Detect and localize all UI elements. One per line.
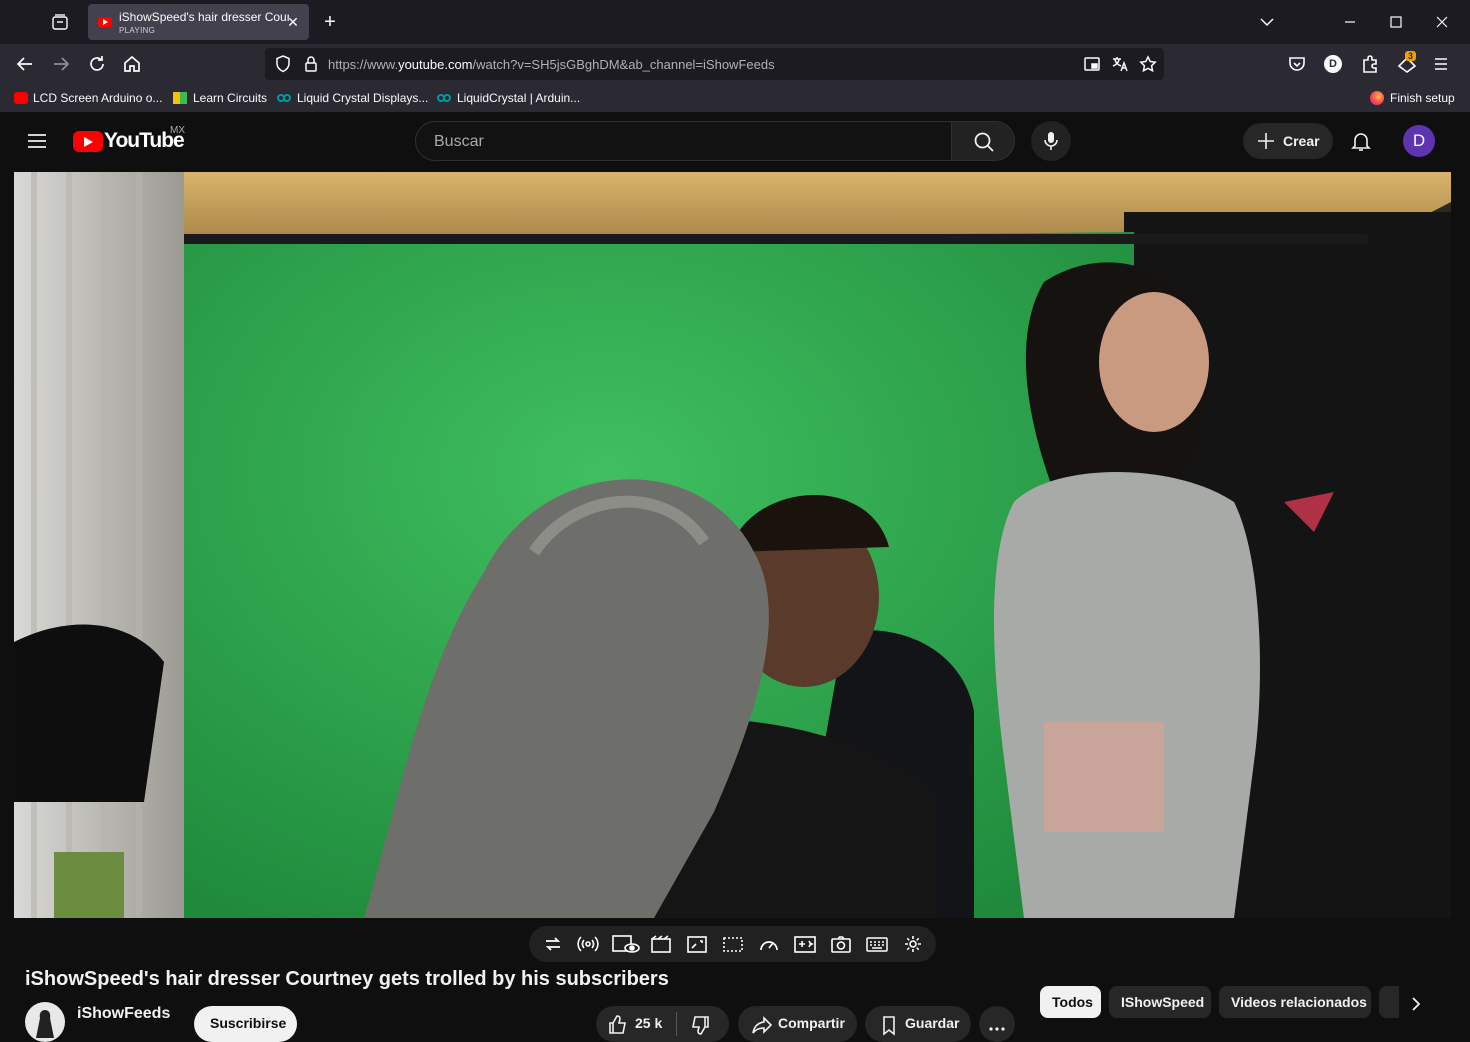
broadcast-audio-icon[interactable]: [576, 933, 600, 955]
chip-videos-relacionados[interactable]: Videos relacionados: [1219, 986, 1371, 1018]
picture-in-picture-icon[interactable]: [1082, 54, 1102, 74]
plus-icon: [1258, 133, 1274, 149]
video-player[interactable]: [14, 172, 1451, 918]
close-window-icon[interactable]: [1430, 10, 1454, 34]
save-button[interactable]: Guardar: [865, 1006, 971, 1042]
search-button[interactable]: [951, 121, 1015, 161]
bookmark-star-icon[interactable]: [1138, 54, 1158, 74]
finish-setup-link[interactable]: Finish setup: [1390, 91, 1455, 105]
filter-icon[interactable]: [793, 933, 817, 955]
share-arrow-icon: [752, 1016, 773, 1034]
notifications-bell-icon[interactable]: [1349, 129, 1373, 153]
subscribe-button-label: Suscribirse: [210, 1015, 287, 1031]
loop-icon[interactable]: [541, 933, 565, 955]
chip-next-chevron-icon[interactable]: [1400, 988, 1432, 1020]
forward-arrow-icon[interactable]: [49, 52, 73, 76]
youtube-favicon-icon: [14, 92, 28, 104]
more-actions-button[interactable]: [979, 1006, 1015, 1042]
like-divider: [676, 1012, 677, 1036]
user-avatar[interactable]: D: [1403, 125, 1435, 157]
screenshot-camera-icon[interactable]: [829, 933, 853, 955]
maximize-icon[interactable]: [1384, 10, 1408, 34]
learn-circuits-favicon-icon: [173, 92, 187, 104]
list-all-tabs-chevron-icon[interactable]: [1255, 10, 1279, 34]
account-avatar[interactable]: D: [1324, 55, 1342, 73]
voice-search-button[interactable]: [1031, 121, 1071, 161]
tab-status: PLAYING: [119, 26, 156, 35]
back-arrow-icon[interactable]: [13, 52, 37, 76]
video-enhancer-toolbar: [529, 926, 936, 962]
bookmark-lcd-screen[interactable]: LCD Screen Arduino o...: [33, 91, 162, 105]
more-horizontal-icon: [989, 1027, 1005, 1031]
translate-icon[interactable]: [1110, 54, 1130, 74]
url-text[interactable]: https://www.youtube.com/watch?v=SH5jsGBg…: [328, 57, 775, 72]
search-icon: [974, 132, 994, 152]
bookmark-learn-circuits[interactable]: Learn Circuits: [193, 91, 267, 105]
search-input[interactable]: [432, 131, 932, 153]
arduino-favicon-icon: [277, 94, 291, 102]
reload-icon[interactable]: [85, 52, 109, 76]
country-code: MX: [170, 125, 185, 136]
microphone-icon: [1044, 132, 1058, 150]
browser-nav-bar: https://www.youtube.com/watch?v=SH5jsGBg…: [0, 44, 1470, 84]
url-bar[interactable]: https://www.youtube.com/watch?v=SH5jsGBg…: [265, 48, 1164, 80]
chip-ishowspeed[interactable]: IShowSpeed: [1109, 986, 1211, 1018]
tab-title: iShowSpeed's hair dresser Courtney gets …: [119, 10, 289, 24]
lock-icon[interactable]: [301, 54, 321, 74]
search-box: [415, 121, 952, 161]
video-frame: [14, 172, 1451, 918]
channel-avatar[interactable]: [25, 1002, 65, 1042]
firefox-icon: [1370, 91, 1384, 105]
bookmarks-toolbar: LCD Screen Arduino o... Learn Circuits L…: [0, 84, 1470, 112]
guide-menu-icon[interactable]: [25, 129, 49, 153]
subscribe-button[interactable]: Suscribirse: [194, 1006, 297, 1042]
youtube-play-logo-icon: [73, 131, 103, 152]
extension-button[interactable]: 3: [1395, 51, 1419, 76]
share-button[interactable]: Compartir: [738, 1006, 857, 1042]
create-button-label: Crear: [1283, 133, 1320, 149]
home-icon[interactable]: [120, 52, 144, 76]
tab-list-icon[interactable]: [50, 12, 70, 32]
bookmark-liquidcrystal-arduino[interactable]: LiquidCrystal | Arduin...: [457, 91, 580, 105]
channel-name[interactable]: iShowFeeds: [77, 1005, 170, 1023]
cinema-mode-icon[interactable]: [649, 933, 673, 955]
save-bookmark-icon: [883, 1016, 895, 1036]
video-title: iShowSpeed's hair dresser Courtney gets …: [25, 968, 669, 990]
like-count[interactable]: 25 k: [635, 1015, 662, 1031]
browser-tab-bar: iShowSpeed's hair dresser Courtney gets …: [0, 0, 1470, 44]
tab-close-icon[interactable]: ✕: [284, 13, 302, 31]
keyboard-shortcuts-icon[interactable]: [865, 933, 889, 955]
focus-view-icon[interactable]: [611, 933, 641, 955]
bookmark-liquid-crystal-displays[interactable]: Liquid Crystal Displays...: [297, 91, 428, 105]
dislike-thumb-icon[interactable]: [688, 1013, 712, 1037]
chip-todos[interactable]: Todos: [1040, 986, 1101, 1018]
save-button-label: Guardar: [905, 1015, 960, 1031]
new-tab-icon[interactable]: +: [318, 10, 342, 34]
youtube-favicon-icon: [98, 17, 112, 27]
arduino-favicon-icon: [437, 94, 451, 102]
minimize-icon[interactable]: [1338, 10, 1362, 34]
tracking-shield-icon[interactable]: [273, 54, 293, 74]
share-button-label: Compartir: [778, 1015, 845, 1031]
settings-gear-icon[interactable]: [901, 933, 925, 955]
app-menu-icon[interactable]: [1429, 52, 1453, 76]
create-button[interactable]: Crear: [1243, 123, 1333, 159]
theater-mode-icon[interactable]: [721, 933, 745, 955]
like-dislike-group: 25 k: [596, 1006, 729, 1042]
expand-player-icon[interactable]: [685, 933, 709, 955]
youtube-masthead: YouTube MX Crear D: [0, 112, 1470, 170]
extensions-puzzle-icon[interactable]: [1358, 52, 1382, 76]
chip-partial: [1379, 986, 1399, 1018]
playback-speed-icon[interactable]: [757, 933, 781, 955]
channel-avatar-image: [36, 1010, 54, 1038]
pocket-icon[interactable]: [1285, 52, 1309, 76]
extension-badge: 3: [1405, 51, 1417, 61]
like-thumb-icon[interactable]: [606, 1013, 630, 1037]
active-tab[interactable]: iShowSpeed's hair dresser Courtney gets …: [88, 4, 309, 40]
